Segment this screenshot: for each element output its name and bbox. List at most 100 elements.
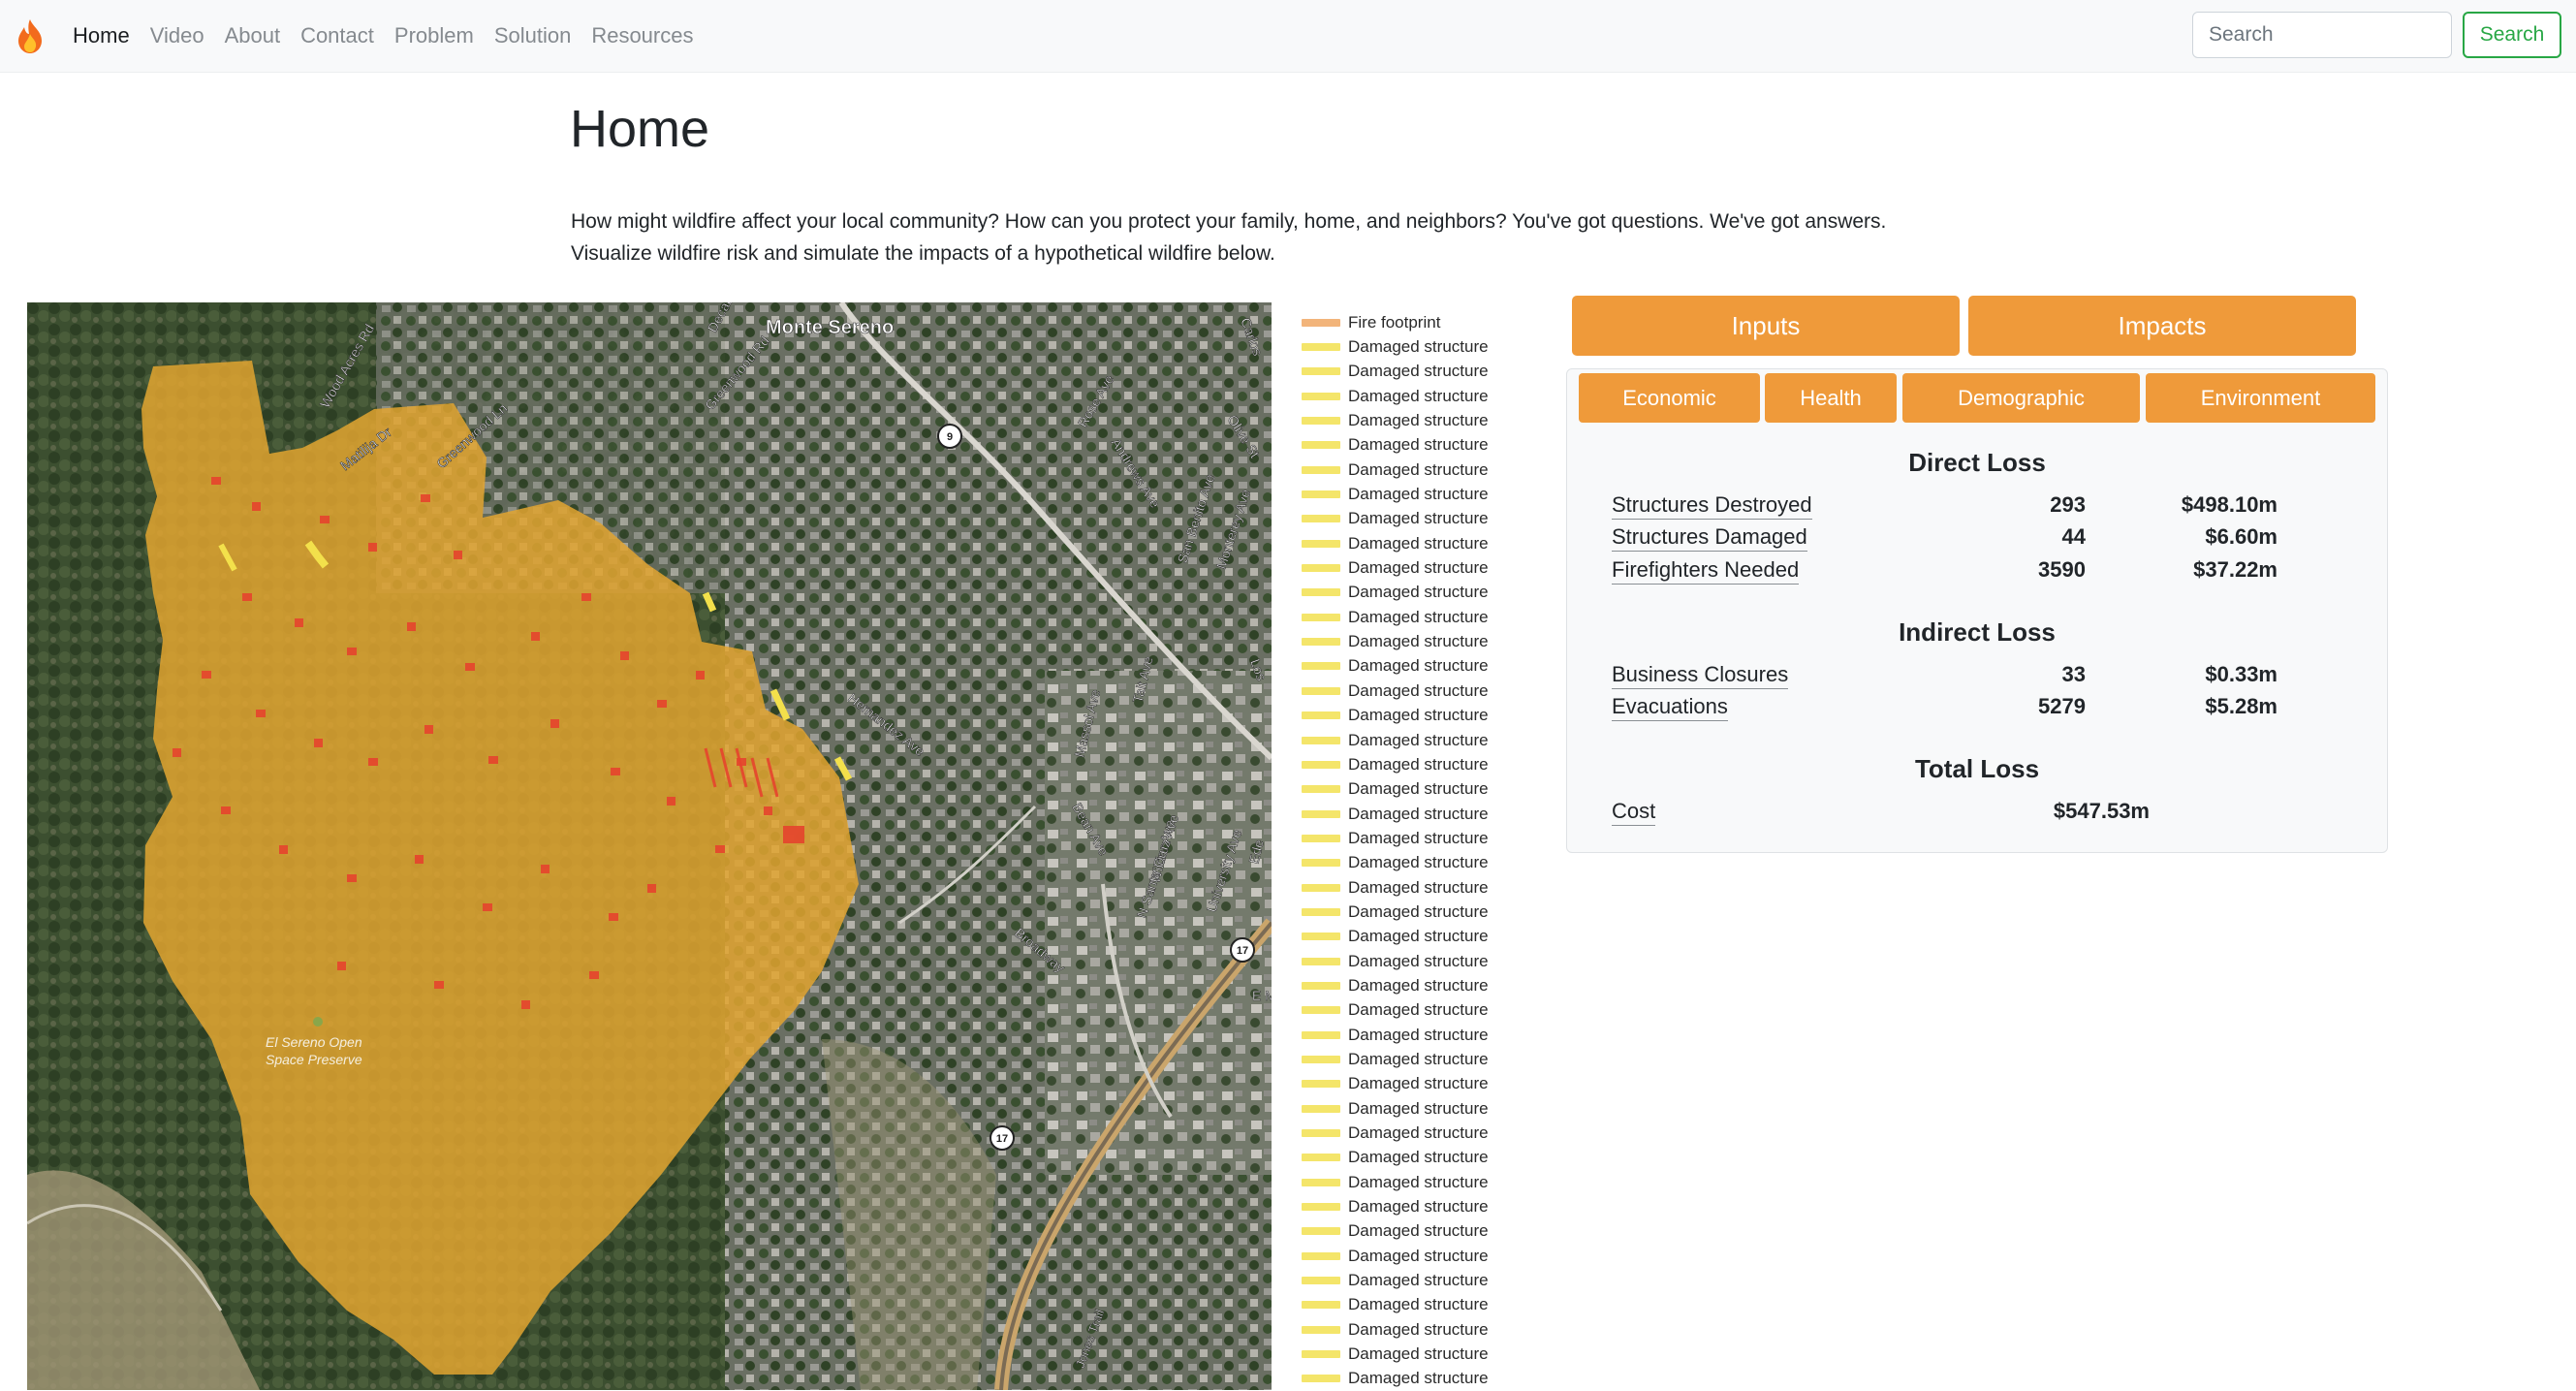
direct-row-count: 44: [2061, 524, 2086, 549]
legend-swatch-damaged-structure: [1302, 1325, 1340, 1334]
legend-item-damaged-structure: Damaged structure: [1302, 1219, 1524, 1244]
indirect-row-label[interactable]: Evacuations: [1612, 694, 1728, 721]
direct-row-count: 293: [2050, 492, 2086, 517]
nav-problem[interactable]: Problem: [394, 23, 474, 48]
legend-swatch-damaged-structure: [1302, 859, 1340, 868]
legend-swatch-damaged-structure: [1302, 1178, 1340, 1186]
legend-item-damaged-structure: Damaged structure: [1302, 629, 1524, 653]
legend-swatch-damaged-structure: [1302, 736, 1340, 744]
legend-item-damaged-structure: Damaged structure: [1302, 777, 1524, 802]
direct-row-cost: $498.10m: [2181, 492, 2278, 517]
legend-label-damaged-structure: Damaged structure: [1348, 1074, 1489, 1093]
direct-row-label[interactable]: Structures Destroyed: [1612, 492, 1812, 520]
legend-item-damaged-structure: Damaged structure: [1302, 1342, 1524, 1366]
subtab-economic[interactable]: Economic: [1579, 373, 1760, 423]
legend-swatch-damaged-structure: [1302, 1301, 1340, 1310]
legend-label-damaged-structure: Damaged structure: [1348, 1271, 1489, 1290]
direct-row-cost: $37.22m: [2193, 557, 2278, 582]
direct-row-label[interactable]: Structures Damaged: [1612, 524, 1807, 552]
nav-links: Home Video About Contact Problem Solutio…: [73, 0, 713, 72]
legend-label-damaged-structure: Damaged structure: [1348, 1148, 1489, 1167]
nav-solution[interactable]: Solution: [494, 23, 572, 48]
nav-home[interactable]: Home: [73, 23, 130, 48]
intro-text: How might wildfire affect your local com…: [571, 205, 2025, 269]
legend-item-damaged-structure: Damaged structure: [1302, 1096, 1524, 1121]
wildfire-map[interactable]: Monte Sereno Wood Acres Rd Matilija Dr G…: [27, 302, 1272, 1390]
nav-about[interactable]: About: [225, 23, 281, 48]
map-label-e-main: E M: [1252, 988, 1272, 1003]
indirect-row-label[interactable]: Business Closures: [1612, 662, 1789, 689]
legend-swatch-damaged-structure: [1302, 1154, 1340, 1162]
legend-item-damaged-structure: Damaged structure: [1302, 973, 1524, 997]
legend-label-damaged-structure: Damaged structure: [1348, 509, 1489, 528]
map-canvas[interactable]: Monte Sereno Wood Acres Rd Matilija Dr G…: [27, 302, 1272, 1390]
nav-contact[interactable]: Contact: [300, 23, 374, 48]
legend-swatch-damaged-structure: [1302, 613, 1340, 621]
indirect-row-cost: $5.28m: [2205, 694, 2278, 718]
subtab-environment[interactable]: Environment: [2146, 373, 2375, 423]
legend-item-damaged-structure: Damaged structure: [1302, 1293, 1524, 1317]
legend-item-damaged-structure: Damaged structure: [1302, 581, 1524, 605]
legend-label-damaged-structure: Damaged structure: [1348, 533, 1489, 553]
legend-label-damaged-structure: Damaged structure: [1348, 828, 1489, 847]
total-cost-label[interactable]: Cost: [1612, 799, 1656, 826]
legend-label-damaged-structure: Damaged structure: [1348, 951, 1489, 970]
total-loss-heading: Total Loss: [1914, 754, 2040, 783]
legend-item-damaged-structure: Damaged structure: [1302, 482, 1524, 506]
indirect-row-count: 5279: [2038, 694, 2086, 718]
legend-swatch-damaged-structure: [1302, 957, 1340, 965]
legend-label-damaged-structure: Damaged structure: [1348, 386, 1489, 405]
nav-resources[interactable]: Resources: [591, 23, 693, 48]
legend-item-damaged-structure: Damaged structure: [1302, 1146, 1524, 1170]
legend-item-damaged-structure: Damaged structure: [1302, 384, 1524, 408]
fire-icon[interactable]: [14, 17, 47, 54]
navbar: Home Video About Contact Problem Solutio…: [0, 0, 2576, 73]
direct-row-count: 3590: [2038, 557, 2086, 582]
legend-item-damaged-structure: Damaged structure: [1302, 998, 1524, 1023]
subtab-health[interactable]: Health: [1765, 373, 1897, 423]
legend-item-damaged-structure: Damaged structure: [1302, 1244, 1524, 1268]
direct-row-label[interactable]: Firefighters Needed: [1612, 557, 1800, 585]
legend-item-damaged-structure: Damaged structure: [1302, 851, 1524, 875]
legend-label-damaged-structure: Damaged structure: [1348, 1049, 1489, 1068]
legend-swatch-damaged-structure: [1302, 465, 1340, 474]
legend-swatch-damaged-structure: [1302, 1350, 1340, 1359]
legend-label-damaged-structure: Damaged structure: [1348, 1025, 1489, 1044]
legend-swatch-damaged-structure: [1302, 1277, 1340, 1285]
legend-item-damaged-structure: Damaged structure: [1302, 752, 1524, 776]
legend-label-damaged-structure: Damaged structure: [1348, 558, 1489, 578]
legend-swatch-damaged-structure: [1302, 564, 1340, 573]
nav-video[interactable]: Video: [150, 23, 204, 48]
subtab-demographic[interactable]: Demographic: [1902, 373, 2140, 423]
legend-item-damaged-structure: Damaged structure: [1302, 1194, 1524, 1218]
direct-loss-heading: Direct Loss: [1908, 448, 2046, 477]
tab-impacts[interactable]: Impacts: [1968, 296, 2356, 356]
legend-swatch-damaged-structure: [1302, 1129, 1340, 1138]
legend-swatch-damaged-structure: [1302, 515, 1340, 523]
search-input[interactable]: [2192, 12, 2452, 58]
legend-swatch-damaged-structure: [1302, 588, 1340, 597]
indirect-row-cost: $0.33m: [2205, 662, 2278, 686]
legend-swatch-damaged-structure: [1302, 539, 1340, 548]
search-button[interactable]: Search: [2463, 12, 2561, 58]
legend-label-damaged-structure: Damaged structure: [1348, 607, 1489, 626]
legend-swatch-damaged-structure: [1302, 392, 1340, 400]
legend-swatch-damaged-structure: [1302, 1375, 1340, 1383]
legend-swatch-damaged-structure: [1302, 1251, 1340, 1260]
legend-label-damaged-structure: Damaged structure: [1348, 656, 1489, 676]
map-label-monte-sereno: Monte Sereno: [766, 317, 894, 338]
tab-inputs[interactable]: Inputs: [1572, 296, 1960, 356]
legend-swatch-damaged-structure: [1302, 638, 1340, 647]
legend-item-damaged-structure: Damaged structure: [1302, 654, 1524, 679]
route-9-shield: 9: [947, 431, 953, 443]
intro-line-2: Visualize wildfire risk and simulate the…: [571, 242, 1275, 265]
legend-swatch-damaged-structure: [1302, 1006, 1340, 1015]
legend-swatch-damaged-structure: [1302, 809, 1340, 818]
legend-label-damaged-structure: Damaged structure: [1348, 485, 1489, 504]
legend-label-damaged-structure: Damaged structure: [1348, 411, 1489, 430]
legend-label-damaged-structure: Damaged structure: [1348, 1000, 1489, 1020]
legend-swatch-damaged-structure: [1302, 785, 1340, 794]
legend-item-damaged-structure: Damaged structure: [1302, 531, 1524, 555]
legend-swatch-damaged-structure: [1302, 686, 1340, 695]
legend-swatch-fire-footprint: [1302, 318, 1340, 327]
